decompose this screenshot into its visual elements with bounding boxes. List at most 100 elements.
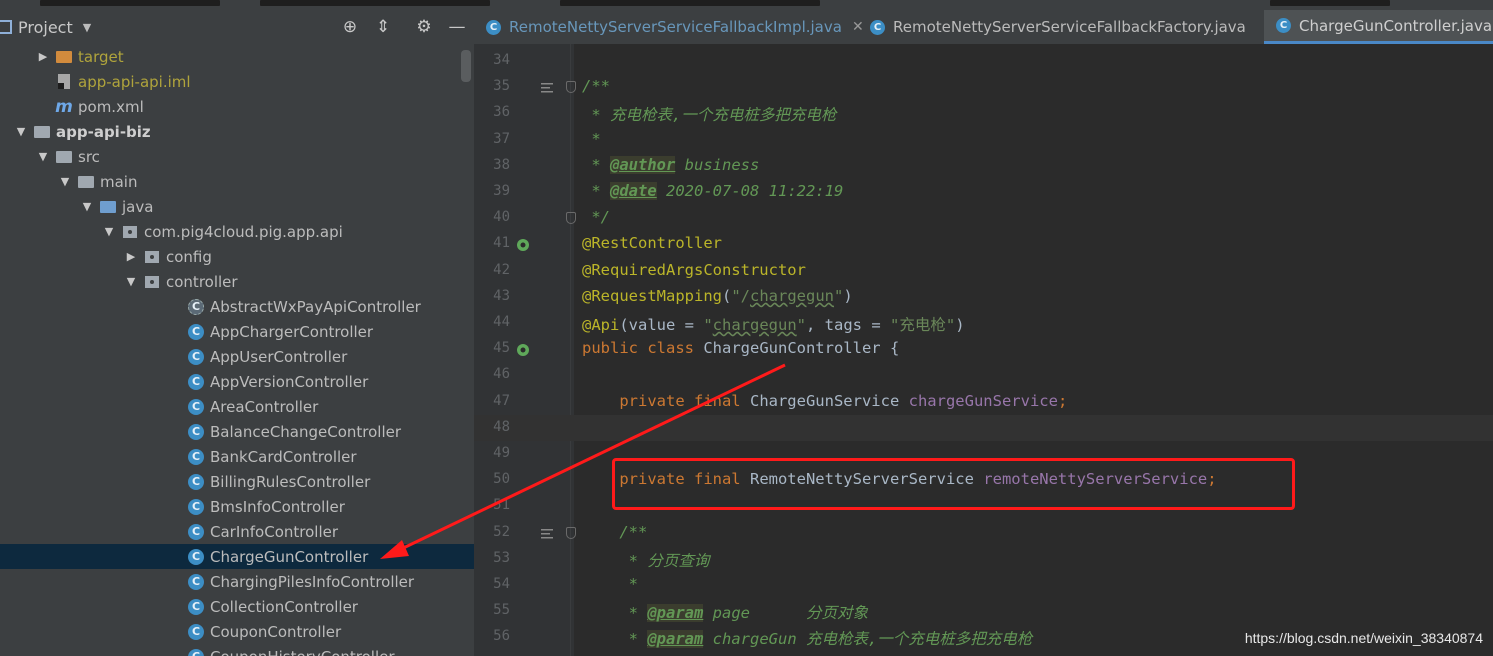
- class-icon: C: [188, 523, 204, 540]
- line-number: 43: [493, 287, 510, 304]
- code-line[interactable]: 37 *: [474, 127, 1493, 153]
- tab-fallback-impl[interactable]: C RemoteNettyServerServiceFallbackImpl.j…: [486, 10, 864, 44]
- tree-item[interactable]: ▼ com.pig4cloud.pig.app.api: [0, 219, 474, 244]
- tree-item[interactable]: C ChargeGunController: [0, 544, 474, 569]
- collapsed-arrow-icon[interactable]: ▶: [124, 250, 138, 263]
- class-icon: C: [188, 623, 204, 640]
- tree-item[interactable]: C AreaController: [0, 394, 474, 419]
- expanded-arrow-icon[interactable]: ▼: [14, 125, 28, 138]
- tree-item[interactable]: ▶ target: [0, 44, 474, 69]
- collapsed-arrow-icon[interactable]: ▶: [36, 50, 50, 63]
- close-icon[interactable]: ✕: [852, 19, 864, 35]
- code-line[interactable]: 45 public class ChargeGunController {: [474, 336, 1493, 362]
- tree-item[interactable]: app-api-api.iml: [0, 69, 474, 94]
- class-icon: C: [188, 323, 204, 340]
- class-icon: C: [188, 423, 204, 440]
- code-line[interactable]: 41 @RestController: [474, 231, 1493, 257]
- code-line[interactable]: 38 * @author business: [474, 153, 1493, 179]
- tree-item[interactable]: ▼ controller: [0, 269, 474, 294]
- tree-item-label: ChargingPilesInfoController: [210, 572, 415, 591]
- spring-bean-icon[interactable]: [516, 342, 530, 357]
- expanded-arrow-icon[interactable]: ▼: [124, 275, 138, 288]
- tree-item[interactable]: C CouponHistoryController: [0, 644, 474, 656]
- doc-lines-icon[interactable]: [540, 80, 554, 94]
- tree-item[interactable]: C BalanceChangeController: [0, 419, 474, 444]
- tab-fallback-factory[interactable]: C RemoteNettyServerServiceFallbackFactor…: [870, 10, 1246, 44]
- tree-item[interactable]: ▼ java: [0, 194, 474, 219]
- tree-item[interactable]: ▼ src: [0, 144, 474, 169]
- project-view-selector[interactable]: Project ▼: [0, 15, 91, 39]
- locate-icon[interactable]: ⊕: [339, 16, 361, 38]
- spring-bean-icon[interactable]: [516, 237, 530, 252]
- tab-chargegun-controller[interactable]: C ChargeGunController.java: [1264, 10, 1493, 44]
- line-number: 53: [493, 549, 510, 566]
- tree-item[interactable]: C AppChargerController: [0, 319, 474, 344]
- tree-item[interactable]: C BillingRulesController: [0, 469, 474, 494]
- code-line[interactable]: 43 @RequestMapping("/chargegun"): [474, 284, 1493, 310]
- tree-item-label: com.pig4cloud.pig.app.api: [144, 222, 343, 241]
- tree-item[interactable]: C AppVersionController: [0, 369, 474, 394]
- code-line[interactable]: 39 * @date 2020-07-08 11:22:19: [474, 179, 1493, 205]
- code-line[interactable]: 54 *: [474, 572, 1493, 598]
- expanded-arrow-icon[interactable]: ▼: [58, 175, 72, 188]
- folder-icon: [56, 149, 72, 165]
- tree-item[interactable]: C CarInfoController: [0, 519, 474, 544]
- code-line[interactable]: 48: [474, 414, 1493, 441]
- expanded-arrow-icon[interactable]: ▼: [36, 150, 50, 163]
- tree-item[interactable]: C BankCardController: [0, 444, 474, 469]
- iml-file-icon: [56, 74, 72, 90]
- collapse-all-icon[interactable]: ⇕: [372, 16, 394, 38]
- class-icon: C: [188, 473, 204, 490]
- doc-lines-icon[interactable]: [540, 526, 554, 540]
- fold-icon[interactable]: [566, 526, 576, 539]
- code-line[interactable]: 53 * 分页查询: [474, 546, 1493, 572]
- code-text: @RestController: [582, 234, 722, 253]
- project-tree[interactable]: ▶ target app-api-api.iml m pom.xml ▼ app-api-b…: [0, 44, 474, 656]
- code-line[interactable]: 34: [474, 48, 1493, 74]
- line-number: 54: [493, 576, 510, 592]
- tree-scrollbar[interactable]: [461, 50, 471, 82]
- project-icon: [0, 20, 12, 34]
- tree-item-label: target: [78, 47, 124, 66]
- expanded-arrow-icon[interactable]: ▼: [80, 200, 94, 213]
- line-number: 39: [493, 183, 510, 199]
- gear-icon[interactable]: ⚙: [413, 16, 435, 38]
- tree-item[interactable]: C CollectionController: [0, 594, 474, 619]
- expanded-arrow-icon[interactable]: ▼: [102, 225, 116, 238]
- code-line[interactable]: 36 * 充电枪表,一个充电桩多把充电枪: [474, 100, 1493, 126]
- line-number: 42: [493, 261, 510, 278]
- fold-icon[interactable]: [566, 212, 576, 225]
- fold-icon[interactable]: [566, 81, 576, 94]
- code-line[interactable]: 47 private final ChargeGunService charge…: [474, 389, 1493, 415]
- tree-item[interactable]: C ChargingPilesInfoController: [0, 569, 474, 594]
- window-top-strip: [0, 0, 1493, 10]
- code-line[interactable]: 42 @RequiredArgsConstructor: [474, 258, 1493, 284]
- tree-item[interactable]: ▼ main: [0, 169, 474, 194]
- code-line[interactable]: 46: [474, 362, 1493, 388]
- line-number: 49: [493, 445, 510, 461]
- code-editor[interactable]: 34 35/** 36 * 充电枪表,一个充电桩多把充电枪 37 * 38 * @aut…: [474, 44, 1493, 656]
- hide-icon[interactable]: —: [446, 16, 468, 38]
- line-number: 55: [493, 602, 510, 619]
- tab-label: RemoteNettyServerServiceFallbackFactory.…: [893, 18, 1246, 36]
- tree-item[interactable]: C CouponController: [0, 619, 474, 644]
- tree-item[interactable]: C AppUserController: [0, 344, 474, 369]
- tree-item[interactable]: C AbstractWxPayApiController: [0, 294, 474, 319]
- code-line[interactable]: 52 /**: [474, 520, 1493, 546]
- highlight-box: [612, 458, 1295, 510]
- code-line[interactable]: 35 /**: [474, 74, 1493, 100]
- code-text: *: [582, 129, 601, 148]
- class-icon: C: [188, 348, 204, 365]
- watermark: https://blog.csdn.net/weixin_38340874: [1244, 630, 1483, 646]
- line-number: 37: [493, 130, 510, 147]
- tree-item[interactable]: ▶ config: [0, 244, 474, 269]
- code-line[interactable]: 40 */: [474, 205, 1493, 231]
- tree-item-label: main: [100, 172, 138, 191]
- code-line[interactable]: 55 * @param page 分页对象: [474, 598, 1493, 624]
- tree-item[interactable]: ▼ app-api-biz: [0, 119, 474, 144]
- tree-item[interactable]: m pom.xml: [0, 94, 474, 119]
- code-line[interactable]: 44 @Api(value = "chargegun", tags = "充电枪"…: [474, 310, 1493, 336]
- code-text: * @param chargeGun 充电枪表,一个充电桩多把充电枪: [582, 630, 1033, 649]
- chevron-down-icon: ▼: [82, 20, 92, 34]
- tree-item[interactable]: C BmsInfoController: [0, 494, 474, 519]
